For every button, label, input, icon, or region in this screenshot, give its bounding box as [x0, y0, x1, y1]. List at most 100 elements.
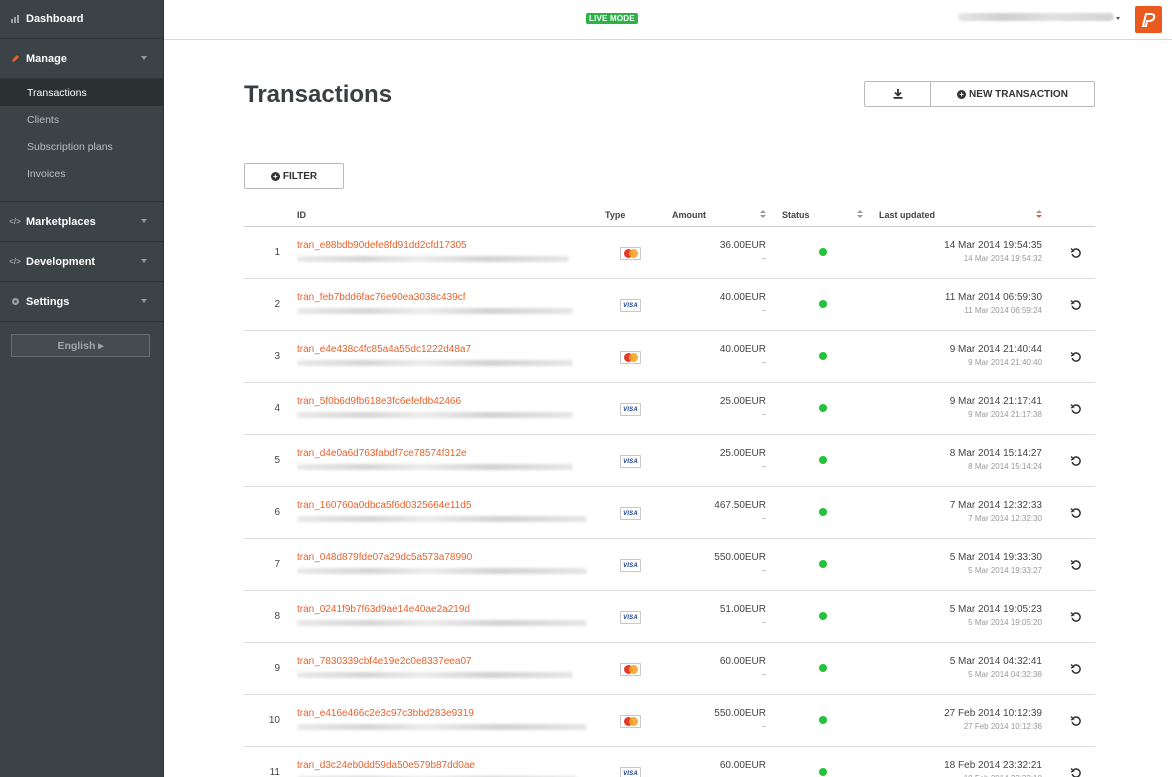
sidebar-item-dashboard[interactable]: Dashboard — [0, 0, 163, 39]
sidebar: Dashboard Manage Transactions Clients Su… — [0, 0, 164, 777]
account-menu[interactable] — [958, 13, 1114, 21]
sort-icon[interactable] — [760, 210, 766, 219]
redacted-description — [297, 516, 587, 522]
sort-icon[interactable] — [1036, 210, 1042, 219]
sidebar-item-clients[interactable]: Clients — [0, 106, 163, 133]
transaction-id-link[interactable]: tran_feb7bdd6fac76e90ea3038c439cf — [297, 292, 465, 303]
chevron-down-icon[interactable] — [1116, 17, 1120, 20]
created-date: 9 Mar 2014 21:40:40 — [968, 358, 1042, 367]
amount-refund-value: – — [761, 462, 766, 471]
amount-value: 40.00EUR — [719, 344, 766, 355]
transaction-id-link[interactable]: tran_160760a0dbca5f6d0325664e11d5 — [297, 500, 471, 511]
plus-circle-icon: + — [270, 171, 280, 181]
card-type-badge — [620, 715, 641, 728]
sidebar-item-marketplaces[interactable]: </> Marketplaces — [0, 202, 163, 242]
row-number: 3 — [274, 351, 280, 362]
download-button[interactable] — [864, 81, 931, 107]
last-updated-date: 27 Feb 2014 10:12:39 — [944, 708, 1042, 719]
table-row[interactable]: 5 tran_d4e0a6d763fabdf7ce78574f312e VISA 25… — [244, 435, 1095, 487]
refund-icon[interactable] — [1070, 558, 1082, 570]
table-row[interactable]: 9 tran_7830339cbf4e19e2c0e8337eea07 60.00E… — [244, 643, 1095, 695]
table-row[interactable]: 6 tran_160760a0dbca5f6d0325664e11d5 VISA 46… — [244, 487, 1095, 539]
transaction-id-link[interactable]: tran_e4e438c4fc85a4a55dc1222d48a7 — [297, 344, 471, 355]
table-row[interactable]: 8 tran_0241f9b7f63d9ae14e40ae2a219d VISA 51… — [244, 591, 1095, 643]
last-updated-date: 9 Mar 2014 21:40:44 — [949, 344, 1042, 355]
created-date: 5 Mar 2014 19:33:27 — [968, 566, 1042, 575]
amount-refund-value: – — [761, 670, 766, 679]
card-type-badge: VISA — [620, 403, 641, 416]
filter-button[interactable]: + FILTER — [244, 163, 344, 189]
transaction-id-link[interactable]: tran_048d879fde07a29dc5a573a78990 — [297, 552, 472, 563]
new-transaction-button[interactable]: + NEW TRANSACTION — [930, 81, 1095, 107]
row-number: 1 — [274, 247, 280, 258]
column-header-last-updated[interactable]: Last updated — [879, 210, 935, 220]
refund-icon[interactable] — [1070, 610, 1082, 622]
column-header-id[interactable]: ID — [297, 210, 306, 220]
transaction-id-link[interactable]: tran_d4e0a6d763fabdf7ce78574f312e — [297, 448, 467, 459]
transaction-id-link[interactable]: tran_d3c24eb0dd59da50e579b87dd0ae — [297, 760, 475, 771]
redacted-description — [297, 568, 587, 574]
amount-refund-value: – — [761, 618, 766, 627]
refund-icon[interactable] — [1070, 246, 1082, 258]
refund-icon[interactable] — [1070, 454, 1082, 466]
transaction-id-link[interactable]: tran_e88bdb90defe8fd91dd2cfd17305 — [297, 240, 467, 251]
download-icon — [893, 89, 902, 99]
table-row[interactable]: 2 tran_feb7bdd6fac76e90ea3038c439cf VISA 40… — [244, 279, 1095, 331]
row-number: 8 — [274, 611, 280, 622]
chevron-down-icon — [141, 219, 147, 223]
last-updated-date: 5 Mar 2014 19:33:30 — [949, 552, 1042, 563]
sort-icon[interactable] — [857, 210, 863, 219]
card-type-badge: VISA — [620, 767, 641, 777]
sidebar-item-development[interactable]: </> Development — [0, 242, 163, 282]
amount-refund-value: – — [761, 722, 766, 731]
refund-icon[interactable] — [1070, 714, 1082, 726]
transaction-id-link[interactable]: tran_0241f9b7f63d9ae14e40ae2a219d — [297, 604, 470, 615]
sidebar-item-transactions[interactable]: Transactions — [0, 79, 163, 106]
sidebar-submenu-manage: Transactions Clients Subscription plans … — [0, 79, 163, 202]
table-row[interactable]: 11 tran_d3c24eb0dd59da50e579b87dd0ae VISA 6… — [244, 747, 1095, 777]
table-row[interactable]: 4 tran_5f0b6d9fb618e3fc6efefdb42466 VISA 25… — [244, 383, 1095, 435]
created-date: 7 Mar 2014 12:32:30 — [968, 514, 1042, 523]
transaction-id-link[interactable]: tran_7830339cbf4e19e2c0e8337eea07 — [297, 656, 472, 667]
column-header-type: Type — [605, 210, 626, 220]
sidebar-item-invoices[interactable]: Invoices — [0, 160, 163, 187]
sidebar-item-manage[interactable]: Manage — [0, 39, 163, 79]
transaction-id-link[interactable]: tran_5f0b6d9fb618e3fc6efefdb42466 — [297, 396, 461, 407]
table-row[interactable]: 1 tran_e88bdb90defe8fd91dd2cfd17305 36.00E… — [244, 227, 1095, 279]
row-number: 11 — [269, 767, 280, 777]
row-number: 9 — [274, 663, 280, 674]
transaction-id-link[interactable]: tran_e416e466c2e3c97c3bbd283e9319 — [297, 708, 474, 719]
column-header-amount[interactable]: Amount — [672, 210, 706, 220]
refund-icon[interactable] — [1070, 402, 1082, 414]
refund-icon[interactable] — [1070, 350, 1082, 362]
amount-refund-value: – — [761, 306, 766, 315]
column-header-status[interactable]: Status — [782, 210, 810, 220]
language-selector[interactable]: English ▸ — [11, 334, 150, 357]
sidebar-item-settings[interactable]: Settings — [0, 282, 163, 322]
amount-value: 25.00EUR — [719, 448, 766, 459]
sidebar-item-subscription-plans[interactable]: Subscription plans — [0, 133, 163, 160]
refund-icon[interactable] — [1070, 766, 1082, 777]
row-number: 6 — [274, 507, 280, 518]
chevron-down-icon — [141, 56, 147, 60]
topbar: LIVE MODE — [164, 0, 1172, 40]
status-indicator — [819, 664, 827, 672]
refund-icon[interactable] — [1070, 298, 1082, 310]
status-indicator — [819, 716, 827, 724]
table-row[interactable]: 10 tran_e416e466c2e3c97c3bbd283e9319 550.0… — [244, 695, 1095, 747]
status-indicator — [819, 404, 827, 412]
status-indicator — [819, 352, 827, 360]
amount-value: 550.00EUR — [714, 708, 766, 719]
amount-refund-value: – — [761, 254, 766, 263]
card-type-badge — [620, 663, 641, 676]
amount-refund-value: – — [761, 410, 766, 419]
table-row[interactable]: 7 tran_048d879fde07a29dc5a573a78990 VISA 55… — [244, 539, 1095, 591]
mastercard-icon — [623, 353, 638, 362]
refund-icon[interactable] — [1070, 662, 1082, 674]
paymill-logo-icon[interactable] — [1135, 6, 1162, 33]
created-date: 27 Feb 2014 10:12:36 — [963, 722, 1042, 731]
amount-value: 25.00EUR — [719, 396, 766, 407]
table-row[interactable]: 3 tran_e4e438c4fc85a4a55dc1222d48a7 40.00E… — [244, 331, 1095, 383]
refund-icon[interactable] — [1070, 506, 1082, 518]
filter-label: FILTER — [282, 170, 318, 182]
